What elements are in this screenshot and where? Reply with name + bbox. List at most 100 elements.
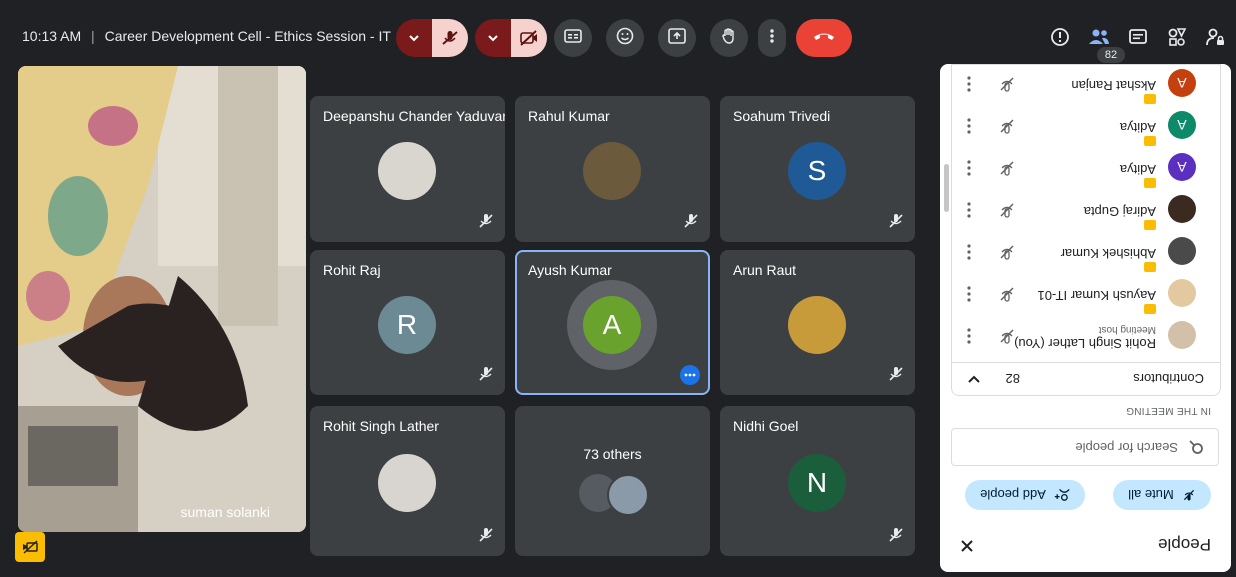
search-placeholder: Search for people — [1075, 440, 1178, 455]
participant-tile[interactable]: Soahum Trivedi S — [720, 96, 915, 242]
participant-tile[interactable]: Nidhi Goel N — [720, 406, 915, 556]
more-vert-icon[interactable] — [966, 285, 972, 303]
contributors-label: Contributors — [1133, 371, 1204, 386]
participant-role: Meeting host — [1098, 324, 1156, 335]
participant-row-name: Abhishek Kumar — [1060, 246, 1156, 261]
section-label: IN THE MEETING — [1125, 405, 1211, 416]
mic-muted-icon — [1000, 161, 1014, 176]
participant-row-name: Aditya — [1119, 162, 1156, 177]
add-people-button[interactable]: Add people — [965, 480, 1085, 510]
more-vert-icon[interactable] — [966, 75, 972, 93]
mic-muted-icon — [889, 367, 903, 381]
participant-row[interactable]: A Aditya — [940, 105, 1220, 147]
contributors-header[interactable]: Contributors 82 — [952, 362, 1220, 395]
companion-mode-button[interactable] — [15, 532, 45, 562]
participant-row-name: Rohit Singh Lather (You) — [1014, 336, 1156, 351]
badge-icon — [1144, 136, 1156, 146]
more-vert-icon[interactable] — [966, 159, 972, 177]
active-speaker-tile[interactable]: Ayush Kumar A — [515, 250, 710, 395]
participant-avatar-photo — [583, 142, 641, 200]
badge-icon — [1144, 220, 1156, 230]
participant-row-name: Aditya — [1119, 120, 1156, 135]
mic-muted-icon — [479, 528, 493, 542]
mic-muted-icon — [1000, 287, 1014, 302]
participant-tile[interactable]: Deepanshu Chander Yaduvan... — [310, 96, 505, 242]
badge-icon — [1144, 178, 1156, 188]
panel-scrollbar[interactable] — [944, 164, 949, 212]
others-tile[interactable]: 73 others — [515, 406, 710, 556]
others-avatar — [607, 474, 649, 516]
people-panel: People Mute all Add people Search for pe… — [940, 64, 1231, 572]
participant-tile[interactable]: Rohit Raj R — [310, 250, 505, 395]
panel-title: People — [1158, 535, 1211, 554]
meet-window: 10:13 AM | Career Development Cell - Eth… — [0, 0, 1236, 577]
mic-muted-icon — [479, 367, 493, 381]
participant-row[interactable]: Rohit Singh Lather (You) Meeting host — [940, 315, 1220, 357]
add-person-icon — [1054, 488, 1070, 501]
participant-avatar-photo — [1168, 237, 1196, 265]
participant-avatar: A — [583, 296, 641, 354]
participant-tile[interactable]: Rohit Singh Lather — [310, 406, 505, 556]
tile-more-options-icon[interactable] — [680, 365, 700, 385]
participant-avatar-photo — [788, 296, 846, 354]
contributors-group: Contributors 82 Rohit Singh Lather (You)… — [951, 64, 1221, 396]
mute-all-button[interactable]: Mute all — [1113, 480, 1211, 510]
others-count-label: 73 others — [583, 446, 642, 462]
mic-muted-icon — [479, 214, 493, 228]
participant-tile[interactable]: Arun Raut — [720, 250, 915, 395]
participant-name: Nidhi Goel — [733, 418, 799, 434]
participant-row-name: Akshat Ranjan — [1071, 78, 1156, 93]
participant-row[interactable]: Aayush Kumar IT-01 — [940, 273, 1220, 315]
participant-name: Rahul Kumar — [528, 108, 610, 124]
participant-name: Soahum Trivedi — [733, 108, 831, 124]
participant-avatar: N — [788, 454, 846, 512]
search-icon — [1189, 440, 1203, 454]
participant-avatar: S — [788, 142, 846, 200]
participant-name: Deepanshu Chander Yaduvan... — [323, 108, 505, 124]
participant-avatar-photo — [378, 454, 436, 512]
participant-avatar: R — [378, 296, 436, 354]
mute-all-label: Mute all — [1128, 487, 1174, 503]
participant-name: Ayush Kumar — [528, 262, 612, 278]
mic-muted-icon — [1000, 119, 1014, 134]
participant-name: Arun Raut — [733, 262, 797, 278]
mic-muted-icon — [1000, 77, 1014, 92]
mic-muted-icon — [1000, 203, 1014, 218]
participant-name: Rohit Singh Lather — [323, 418, 439, 434]
badge-icon — [1144, 262, 1156, 272]
close-panel-button[interactable] — [955, 534, 975, 554]
participant-row[interactable]: A Akshat Ranjan — [940, 64, 1220, 105]
participant-avatar-photo — [378, 142, 436, 200]
add-people-label: Add people — [980, 487, 1046, 503]
participant-row-name: Aayush Kumar IT-01 — [1037, 288, 1157, 303]
participant-avatar-photo — [1168, 195, 1196, 223]
participant-avatar-photo — [1168, 321, 1196, 349]
close-icon — [961, 540, 973, 552]
participant-avatar-photo — [1168, 279, 1196, 307]
people-panel-content: People Mute all Add people Search for pe… — [940, 64, 1231, 572]
video-off-icon — [23, 540, 38, 554]
more-vert-icon[interactable] — [966, 201, 972, 219]
participant-avatar: A — [1168, 69, 1196, 97]
participant-row[interactable]: Adiraj Gupta — [940, 189, 1220, 231]
mic-muted-icon — [889, 528, 903, 542]
mic-muted-icon — [889, 214, 903, 228]
search-input[interactable]: Search for people — [951, 428, 1219, 466]
participant-row[interactable]: Abhishek Kumar — [940, 231, 1220, 273]
mic-muted-icon — [684, 214, 698, 228]
participant-tile[interactable]: Rahul Kumar — [515, 96, 710, 242]
mic-muted-icon — [1000, 245, 1014, 260]
more-vert-icon[interactable] — [966, 327, 972, 345]
more-vert-icon[interactable] — [966, 243, 972, 261]
mic-off-icon — [1183, 489, 1194, 501]
participant-avatar: A — [1168, 111, 1196, 139]
participant-row-name: Adiraj Gupta — [1083, 204, 1156, 219]
participant-row[interactable]: A Aditya — [940, 147, 1220, 189]
mic-muted-icon — [1000, 329, 1014, 344]
participant-avatar: A — [1168, 153, 1196, 181]
contributors-count: 82 — [1005, 371, 1020, 386]
badge-icon — [1144, 94, 1156, 104]
chevron-down-icon[interactable] — [968, 374, 980, 384]
badge-icon — [1144, 304, 1156, 314]
more-vert-icon[interactable] — [966, 117, 972, 135]
